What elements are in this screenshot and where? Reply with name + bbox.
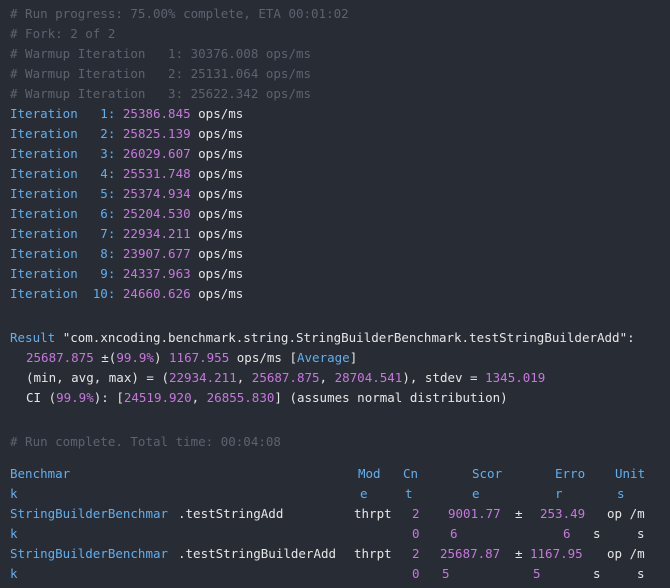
run-progress-line: # Run progress: 75.00% complete, ETA 00:… <box>10 6 349 21</box>
header-mode: Mod <box>358 466 381 481</box>
header-benchmark-wrap: k <box>10 486 18 501</box>
iteration-line: Iteration 7: 22934.211 ops/ms <box>10 226 244 241</box>
header-units-wrap: s <box>617 486 625 501</box>
row-error-wrap: 6 <box>563 526 571 541</box>
iteration-line: Iteration 3: 26029.607 ops/ms <box>10 146 244 161</box>
iteration-line: Iteration 10: 24660.626 ops/ms <box>10 286 244 301</box>
iteration-line: Iteration 4: 25531.748 ops/ms <box>10 166 244 181</box>
result-header: Result "com.xncoding.benchmark.string.St… <box>10 330 635 345</box>
result-score-line: 25687.875 ±(99.9%) 1167.955 ops/ms [Aver… <box>26 350 358 365</box>
header-error: Erro <box>555 466 586 481</box>
iteration-line: Iteration 2: 25825.139 ops/ms <box>10 126 244 141</box>
warmup-line: # Warmup Iteration 1: 30376.008 ops/ms <box>10 46 312 61</box>
header-cnt: Cn <box>403 466 419 481</box>
row-s-col: s <box>593 526 601 541</box>
results-table: Benchmar k Mod e Cn t Scor e Erro r Unit… <box>10 464 670 584</box>
header-cnt-wrap: t <box>405 486 413 501</box>
row-mode: thrpt <box>354 546 392 561</box>
terminal-output: # Run progress: 75.00% complete, ETA 00:… <box>10 4 670 588</box>
row-error: 1167.95 <box>530 546 583 561</box>
header-units: Unit <box>615 466 646 481</box>
iteration-line: Iteration 9: 24337.963 ops/ms <box>10 266 244 281</box>
row-class-name: StringBuilderBenchmar <box>10 506 169 521</box>
row-class-name-wrap: k <box>10 526 18 541</box>
row-cnt-wrap: 0 <box>412 566 420 581</box>
row-method: .testStringAdd <box>178 506 284 521</box>
row-cnt-wrap: 0 <box>412 526 420 541</box>
row-score: 9001.77 <box>448 506 501 521</box>
row-units-wrap: s <box>637 566 645 581</box>
header-mode-wrap: e <box>360 486 368 501</box>
result-minmax-line: (min, avg, max) = (22934.211, 25687.875,… <box>26 370 546 385</box>
row-score-wrap: 6 <box>450 526 458 541</box>
row-cnt: 2 <box>412 546 420 561</box>
warmup-line: # Warmup Iteration 3: 25622.342 ops/ms <box>10 86 312 101</box>
header-score: Scor <box>472 466 503 481</box>
header-error-wrap: r <box>555 486 563 501</box>
fork-line: # Fork: 2 of 2 <box>10 26 116 41</box>
row-method: .testStringBuilderAdd <box>178 546 337 561</box>
row-error-wrap: 5 <box>533 566 541 581</box>
header-benchmark: Benchmar <box>10 466 71 481</box>
row-score-wrap: 5 <box>442 566 450 581</box>
result-ci-line: CI (99.9%): [24519.920, 26855.830] (assu… <box>26 390 508 405</box>
row-error: 253.49 <box>540 506 586 521</box>
warmup-line: # Warmup Iteration 2: 25131.064 ops/ms <box>10 66 312 81</box>
row-mode: thrpt <box>354 506 392 521</box>
row-plus-minus: ± <box>515 546 523 561</box>
row-score: 25687.87 <box>440 546 501 561</box>
row-cnt: 2 <box>412 506 420 521</box>
row-plus-minus: ± <box>515 506 523 521</box>
iteration-line: Iteration 6: 25204.530 ops/ms <box>10 206 244 221</box>
header-score-wrap: e <box>472 486 480 501</box>
row-s-col: s <box>593 566 601 581</box>
row-class-name-wrap: k <box>10 566 18 581</box>
iteration-line: Iteration 1: 25386.845 ops/ms <box>10 106 244 121</box>
iteration-line: Iteration 5: 25374.934 ops/ms <box>10 186 244 201</box>
row-class-name: StringBuilderBenchmar <box>10 546 169 561</box>
row-units: op /m <box>607 546 645 561</box>
iteration-line: Iteration 8: 23907.677 ops/ms <box>10 246 244 261</box>
row-units: op /m <box>607 506 645 521</box>
run-complete-line: # Run complete. Total time: 00:04:08 <box>10 434 281 449</box>
row-units-wrap: s <box>637 526 645 541</box>
